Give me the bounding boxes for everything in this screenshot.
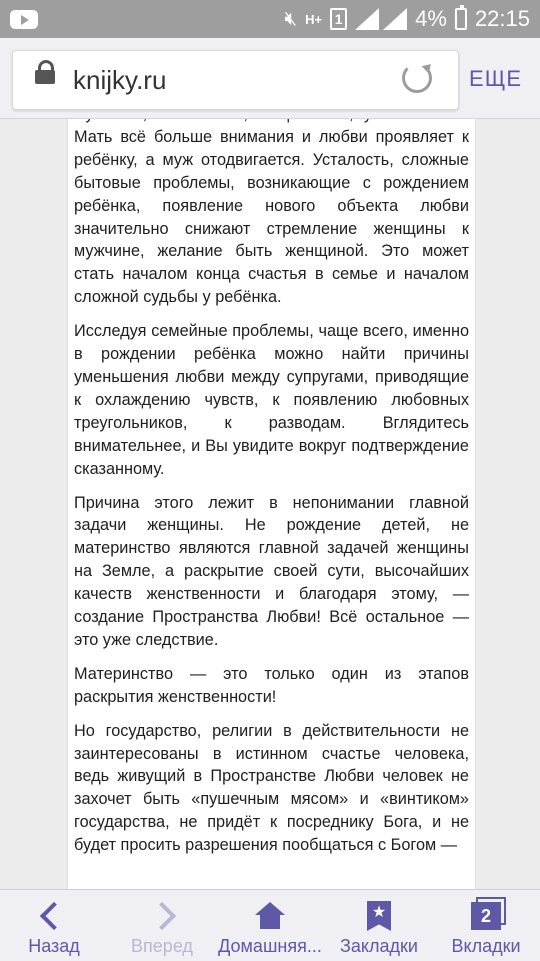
tabs-label: Вкладки	[451, 936, 521, 956]
wifi-icon	[383, 8, 408, 30]
mute-icon: 🔇︎	[284, 7, 298, 30]
page-content[interactable]: мужчины, но любовь, чаще всего, уменьшае…	[67, 119, 476, 890]
chevron-left-icon	[39, 901, 69, 931]
status-bar: 🔇︎ H+ 1 4% 22:15	[0, 0, 540, 38]
bottom-navigation: Назад Вперед Домашняя... ★ Закладки 2 Вк…	[0, 889, 540, 961]
url-text[interactable]: knijky.ru	[73, 65, 166, 96]
url-field[interactable]: knijky.ru	[12, 50, 459, 110]
bookmarks-button[interactable]: ★ Закладки	[332, 890, 426, 961]
more-menu-button[interactable]: ЕЩЕ	[469, 66, 522, 92]
battery-percent: 4%	[415, 6, 447, 31]
youtube-notification-icon	[10, 10, 38, 29]
network-type: H+	[305, 11, 323, 27]
tabs-button[interactable]: 2 Вкладки	[442, 890, 530, 961]
reload-icon[interactable]	[402, 63, 432, 93]
back-button[interactable]: Назад	[10, 890, 98, 961]
home-button[interactable]: Домашняя...	[214, 890, 326, 961]
clock: 22:15	[474, 6, 530, 31]
back-label: Назад	[28, 936, 80, 956]
paragraph: Исследуя семейные проблемы, чаще всего, …	[74, 322, 469, 478]
paragraph: Материнство — это только один из этапов …	[74, 664, 469, 706]
tabs-icon: 2	[471, 902, 501, 930]
article-text: мужчины, но любовь, чаще всего, уменьшае…	[74, 119, 469, 868]
bookmarks-label: Закладки	[340, 936, 418, 956]
home-icon	[255, 902, 285, 930]
battery-icon	[454, 5, 467, 30]
signal-icon	[355, 8, 380, 30]
forward-button[interactable]: Вперед	[118, 890, 206, 961]
paragraph: мужчины, но любовь, чаще всего, уменьшае…	[74, 119, 469, 307]
home-label: Домашняя...	[218, 936, 322, 956]
address-bar: knijky.ru ЕЩЕ	[0, 38, 540, 119]
paragraph: Причина этого лежит в непонимании главно…	[74, 493, 469, 649]
paragraph: Но государство, религии в действительнос…	[74, 721, 469, 855]
lock-icon	[35, 60, 55, 84]
bookmark-star-icon: ★	[367, 901, 391, 931]
sim-icon: 1	[330, 8, 348, 30]
forward-label: Вперед	[131, 936, 193, 956]
chevron-right-icon	[147, 901, 177, 931]
